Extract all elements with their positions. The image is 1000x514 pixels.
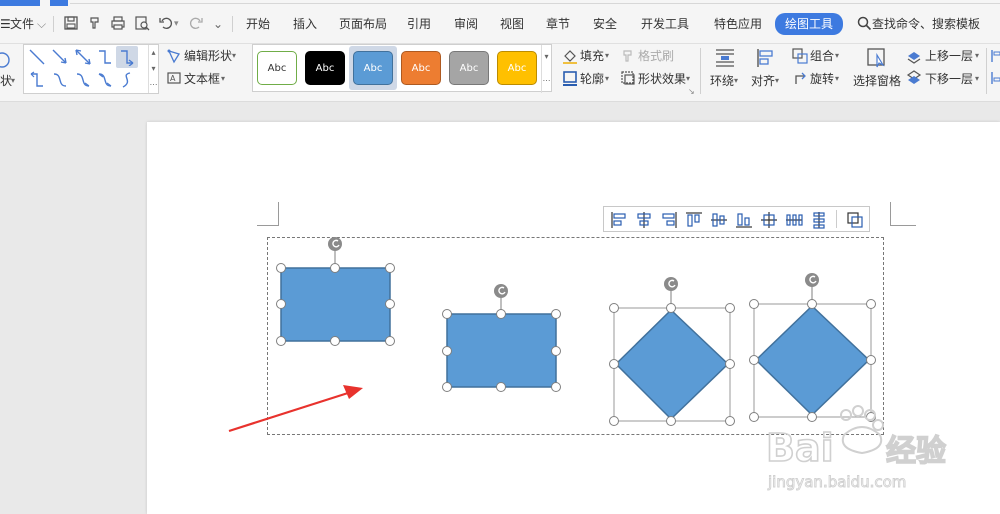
rotate-handle[interactable] <box>328 237 342 251</box>
svg-text:经验: 经验 <box>886 434 946 469</box>
rotate-handle[interactable] <box>664 277 678 291</box>
red-arrow-annotation <box>228 385 363 433</box>
shape-layer: Bai 经验 jingyan.baidu.com <box>0 0 1000 514</box>
svg-text:Bai: Bai <box>766 426 834 470</box>
rotate-handle[interactable] <box>805 273 819 287</box>
rotate-handle[interactable] <box>494 284 508 298</box>
baidu-jingyan-watermark: Bai 经验 jingyan.baidu.com <box>766 405 947 491</box>
svg-text:jingyan.baidu.com: jingyan.baidu.com <box>767 473 906 491</box>
